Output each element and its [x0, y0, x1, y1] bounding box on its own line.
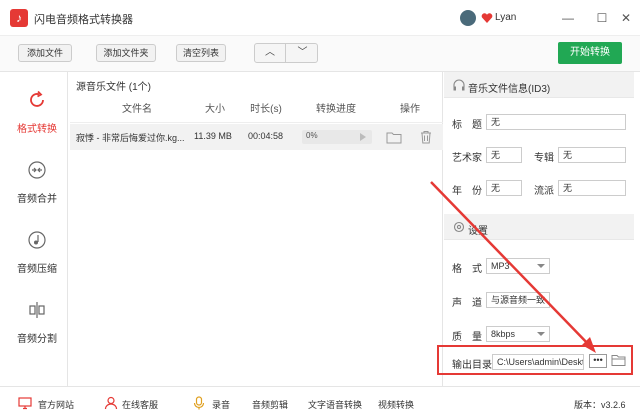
- sidebar-item-label: 音频压缩: [17, 264, 57, 275]
- column-header-size: 大小: [205, 104, 225, 115]
- add-folder-button[interactable]: 添加文件夹: [96, 44, 156, 62]
- format-select[interactable]: MP3: [486, 258, 550, 274]
- artist-label: 艺术家: [452, 153, 482, 164]
- sidebar-item-label: 格式转换: [17, 124, 57, 135]
- app-title: 闪电音频格式转换器: [34, 14, 133, 26]
- year-label: 年 份: [452, 186, 482, 197]
- trash-icon[interactable]: [418, 129, 434, 145]
- album-label: 专辑: [534, 153, 554, 164]
- genre-label: 流派: [534, 186, 554, 197]
- move-up-button[interactable]: ︿: [255, 44, 286, 62]
- quality-label: 质 量: [452, 332, 482, 343]
- vip-heart-icon: [481, 13, 493, 23]
- format-label: 格 式: [452, 264, 482, 275]
- file-name: 寂悸 - 非常后悔爱过你.kg...: [76, 133, 185, 143]
- footer: 官方网站 在线客服 录音 音频剪辑 文字语音转换 视频转换 版本：v3.2.6: [0, 386, 640, 420]
- sidebar-item-label: 音频分割: [17, 334, 57, 345]
- minimize-button[interactable]: —: [560, 10, 576, 26]
- compress-icon: [28, 231, 46, 249]
- id3-section-header: 音乐文件信息(ID3): [444, 72, 634, 98]
- version-label: 版本：v3.2.6: [574, 400, 626, 410]
- file-list-panel: 源音乐文件 (1个) 文件名 大小 时长(s) 转换进度 操作 寂悸 - 非常后…: [70, 72, 443, 386]
- chevron-down-icon: [537, 264, 545, 268]
- sidebar-item-compress[interactable]: 音频压缩: [6, 224, 68, 284]
- album-field[interactable]: 无: [558, 147, 626, 163]
- title-field[interactable]: 无: [486, 114, 626, 130]
- year-field[interactable]: 无: [486, 180, 522, 196]
- header-divider: [70, 122, 443, 123]
- support-link[interactable]: 在线客服: [122, 398, 158, 411]
- avatar[interactable]: [460, 10, 476, 26]
- open-folder-icon[interactable]: [611, 352, 627, 368]
- id3-title: 音乐文件信息(ID3): [468, 84, 551, 95]
- app-logo-icon: ♪: [10, 9, 28, 27]
- channel-label: 声 道: [452, 298, 482, 309]
- column-header-progress: 转换进度: [316, 104, 356, 115]
- properties-panel: 音乐文件信息(ID3) 标 题 无 艺术家 无 专辑 无 年 份 无 流派 无 …: [444, 72, 634, 386]
- sidebar-item-merge[interactable]: 音频合并: [6, 154, 68, 214]
- artist-field[interactable]: 无: [486, 147, 522, 163]
- start-convert-button[interactable]: 开始转换: [558, 42, 622, 64]
- sidebar: 格式转换 音频合并 音频压缩 音频分割: [6, 72, 68, 386]
- play-icon[interactable]: [360, 133, 366, 141]
- audio-edit-link[interactable]: 音频剪辑: [252, 398, 288, 411]
- split-icon: [29, 302, 45, 318]
- quality-value: 8kbps: [491, 329, 516, 339]
- record-link[interactable]: 录音: [212, 398, 230, 411]
- sidebar-item-label: 音频合并: [17, 194, 57, 205]
- sidebar-item-format-convert[interactable]: 格式转换: [6, 84, 68, 144]
- user-name[interactable]: Lyan: [495, 12, 516, 23]
- monitor-icon: [18, 397, 32, 410]
- maximize-button[interactable]: ☐: [594, 10, 610, 26]
- format-value: MP3: [491, 261, 510, 271]
- microphone-icon: [193, 396, 205, 410]
- tts-link[interactable]: 文字语音转换: [308, 398, 362, 411]
- settings-section-header: 设置: [444, 214, 634, 240]
- gear-icon: [453, 221, 465, 233]
- column-header-duration: 时长(s): [250, 104, 282, 115]
- browse-button[interactable]: •••: [589, 354, 607, 368]
- close-button[interactable]: ✕: [618, 10, 634, 26]
- channel-select[interactable]: 与源音频一致: [486, 292, 550, 308]
- refresh-icon: [30, 90, 44, 107]
- merge-icon: [28, 161, 46, 179]
- move-down-button[interactable]: ﹀: [287, 44, 318, 62]
- table-row[interactable]: 寂悸 - 非常后悔爱过你.kg... 11.39 MB 00:04:58 0%: [70, 124, 443, 150]
- folder-icon[interactable]: [386, 129, 402, 145]
- column-header-name: 文件名: [122, 104, 152, 115]
- channel-value: 与源音频一致: [491, 295, 546, 305]
- title-bar: ♪ 闪电音频格式转换器 Lyan — ☐ ✕: [0, 0, 640, 36]
- file-size: 11.39 MB: [194, 131, 232, 141]
- chevron-down-icon: [537, 332, 545, 336]
- move-buttons: ︿ ﹀: [254, 43, 318, 63]
- add-file-button[interactable]: 添加文件: [18, 44, 72, 62]
- quality-select[interactable]: 8kbps: [486, 326, 550, 342]
- support-icon: [104, 396, 118, 410]
- video-convert-link[interactable]: 视频转换: [378, 398, 414, 411]
- file-duration: 00:04:58: [248, 131, 284, 141]
- genre-field[interactable]: 无: [558, 180, 626, 196]
- column-header-actions: 操作: [400, 104, 420, 115]
- file-list-title: 源音乐文件 (1个): [76, 82, 151, 93]
- clear-list-button[interactable]: 清空列表: [176, 44, 226, 62]
- website-link[interactable]: 官方网站: [38, 398, 74, 411]
- title-label: 标 题: [452, 120, 482, 131]
- sidebar-item-split[interactable]: 音频分割: [6, 294, 68, 354]
- settings-title: 设置: [468, 226, 488, 237]
- toolbar: 添加文件 添加文件夹 清空列表 ︿ ﹀ 开始转换: [0, 36, 640, 72]
- headphones-icon: [453, 79, 465, 91]
- progress-value: 0%: [306, 131, 318, 140]
